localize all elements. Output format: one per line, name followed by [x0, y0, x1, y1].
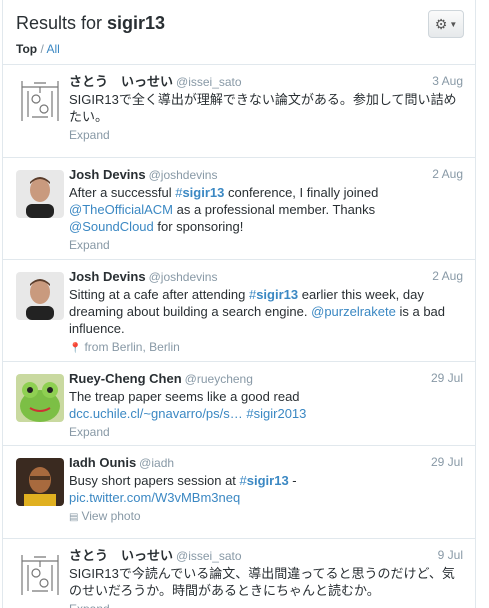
tweet-item[interactable]: Josh Devins @joshdevins 2 Aug Sitting at a …: [3, 260, 475, 362]
tweet-timestamp[interactable]: 29 Jul: [431, 370, 463, 387]
tweet-action-label: View photo: [81, 509, 141, 523]
hashtag-term[interactable]: sigir13: [256, 287, 298, 302]
avatar[interactable]: [16, 77, 64, 125]
tweet-item[interactable]: さとう いっせい @issei_sato 9 Jul SIGIR13で今読んでいる論文…: [3, 539, 475, 608]
tweet-text-segment: Sitting at a cafe after attending: [69, 287, 249, 302]
gear-icon: ⚙: [434, 15, 448, 32]
tweet-content: Ruey-Cheng Chen @rueycheng 29 Jul The treap…: [69, 370, 463, 440]
tweet-action[interactable]: Expand: [69, 425, 463, 440]
tweet-author-handle[interactable]: @iadh: [139, 456, 174, 470]
tweet-action[interactable]: Expand: [69, 602, 463, 608]
tweet-action[interactable]: ▤ View photo: [69, 509, 463, 525]
tweet-author-name[interactable]: さとう いっせい: [69, 74, 173, 89]
avatar[interactable]: [16, 272, 64, 320]
tweet-action-label: Expand: [69, 128, 110, 142]
tweet-link[interactable]: #sigir2013: [246, 406, 306, 421]
tweet-item[interactable]: Ruey-Cheng Chen @rueycheng 29 Jul The treap…: [3, 362, 475, 446]
tweet-text: SIGIR13で全く導出が理解できない論文がある。参加して問い詰めたい。: [69, 91, 463, 125]
tweet-action[interactable]: Expand: [69, 128, 463, 143]
tweet-text-segment: as a professional member. Thanks: [172, 202, 376, 217]
tweet-author-name[interactable]: Iadh Ounis: [69, 455, 136, 470]
tweet-text-segment: After a successful: [69, 185, 176, 200]
filter-top[interactable]: Top: [16, 42, 37, 56]
tweet-text: After a successful #sigir13 conference, …: [69, 184, 463, 235]
tweet-text-segment: The treap paper seems like a good read: [69, 389, 300, 404]
page-title: Results for sigir13: [16, 13, 165, 34]
tweet-timestamp[interactable]: 29 Jul: [431, 454, 463, 471]
tweet-author-name[interactable]: Josh Devins: [69, 269, 146, 284]
tweet-text-segment: -: [288, 473, 297, 488]
tweet-author-handle[interactable]: @issei_sato: [176, 75, 242, 89]
tweet-content: Josh Devins @joshdevins 2 Aug After a succe…: [69, 166, 463, 253]
tweet-timestamp[interactable]: 3 Aug: [432, 73, 463, 90]
tweet-timestamp[interactable]: 2 Aug: [432, 166, 463, 183]
tweet-item[interactable]: Josh Devins @joshdevins 2 Aug After a succe…: [3, 158, 475, 260]
hashtag-symbol[interactable]: #: [240, 473, 247, 488]
location-pin-icon: 📍: [69, 343, 82, 354]
hashtag-term[interactable]: sigir13: [247, 473, 289, 488]
tweet-author-name[interactable]: Josh Devins: [69, 167, 146, 182]
filter-all[interactable]: All: [46, 42, 59, 56]
avatar[interactable]: [16, 170, 64, 218]
search-query: sigir13: [107, 13, 166, 33]
tweet-timestamp[interactable]: 9 Jul: [438, 547, 463, 564]
tweet-text-segment: conference, I finally joined: [224, 185, 379, 200]
tweet-action-label: Expand: [69, 238, 110, 252]
tweet-text: The treap paper seems like a good read d…: [69, 388, 463, 422]
tweet-action-label: Expand: [69, 602, 110, 608]
tweet-content: Josh Devins @joshdevins 2 Aug Sitting at a …: [69, 268, 463, 356]
tweet-text: SIGIR13で今読んでいる論文、導出間違ってると思うのだけど、気のせいだろうか…: [69, 565, 463, 599]
settings-dropdown-button[interactable]: ⚙ ▼: [428, 10, 464, 38]
tweet-link[interactable]: @purzelrakete: [311, 304, 396, 319]
tweet-header: Josh Devins @joshdevins 2 Aug: [69, 166, 463, 183]
title-prefix: Results for: [16, 13, 108, 33]
result-filters: Top / All: [16, 42, 60, 56]
tweet-timestamp[interactable]: 2 Aug: [432, 268, 463, 285]
tweet-action-label: from Berlin, Berlin: [84, 340, 180, 354]
tweet-text-segment: Busy short papers session at: [69, 473, 240, 488]
tweet-author-handle[interactable]: @joshdevins: [149, 168, 218, 182]
tweet-author-handle[interactable]: @rueycheng: [185, 372, 253, 386]
avatar[interactable]: [16, 374, 64, 422]
search-results-panel: Results for sigir13 Top / All ⚙ ▼ さとう いっせ…: [2, 0, 476, 608]
tweet-text: Sitting at a cafe after attending #sigir…: [69, 286, 463, 337]
tweet-author-name[interactable]: Ruey-Cheng Chen: [69, 371, 182, 386]
tweet-content: Iadh Ounis @iadh 29 Jul Busy short papers s…: [69, 454, 463, 525]
tweet-header: さとう いっせい @issei_sato 9 Jul: [69, 547, 463, 564]
tweet-link[interactable]: @SoundCloud: [69, 219, 154, 234]
tweet-link[interactable]: dcc.uchile.cl/~gnavarro/ps/s…: [69, 406, 243, 421]
photo-icon: ▤: [69, 512, 79, 523]
tweet-list: さとう いっせい @issei_sato 3 Aug SIGIR13で全く導出が理解で…: [3, 65, 475, 608]
tweet-content: さとう いっせい @issei_sato 3 Aug SIGIR13で全く導出が理解で…: [69, 73, 463, 143]
tweet-text-segment: SIGIR13で今読んでいる論文、導出間違ってると思うのだけど、気のせいだろうか…: [69, 566, 455, 598]
tweet-header: Iadh Ounis @iadh 29 Jul: [69, 454, 463, 471]
tweet-text: Busy short papers session at #sigir13 - …: [69, 472, 463, 506]
avatar[interactable]: [16, 458, 64, 506]
tweet-item[interactable]: Iadh Ounis @iadh 29 Jul Busy short papers s…: [3, 446, 475, 539]
results-header: Results for sigir13 Top / All ⚙ ▼: [3, 0, 475, 65]
tweet-action[interactable]: Expand: [69, 238, 463, 253]
avatar[interactable]: [16, 551, 64, 599]
tweet-author-handle[interactable]: @joshdevins: [149, 270, 218, 284]
tweet-link[interactable]: pic.twitter.com/W3vMBm3neq: [69, 490, 240, 505]
tweet-text-segment: SIGIR13で全く導出が理解できない論文がある。参加して問い詰めたい。: [69, 92, 457, 124]
tweet-author-handle[interactable]: @issei_sato: [176, 549, 242, 563]
tweet-author-name[interactable]: さとう いっせい: [69, 548, 173, 563]
tweet-link[interactable]: @TheOfficialACM: [69, 202, 173, 217]
tweet-content: さとう いっせい @issei_sato 9 Jul SIGIR13で今読んでいる論文…: [69, 547, 463, 608]
tweet-action-label: Expand: [69, 425, 110, 439]
tweet-header: Ruey-Cheng Chen @rueycheng 29 Jul: [69, 370, 463, 387]
tweet-text-segment: for sponsoring!: [153, 219, 244, 234]
tweet-header: Josh Devins @joshdevins 2 Aug: [69, 268, 463, 285]
hashtag-term[interactable]: sigir13: [182, 185, 224, 200]
tweet-action[interactable]: 📍 from Berlin, Berlin: [69, 340, 463, 356]
tweet-header: さとう いっせい @issei_sato 3 Aug: [69, 73, 463, 90]
tweet-item[interactable]: さとう いっせい @issei_sato 3 Aug SIGIR13で全く導出が理解で…: [3, 65, 475, 158]
chevron-down-icon: ▼: [449, 19, 458, 29]
